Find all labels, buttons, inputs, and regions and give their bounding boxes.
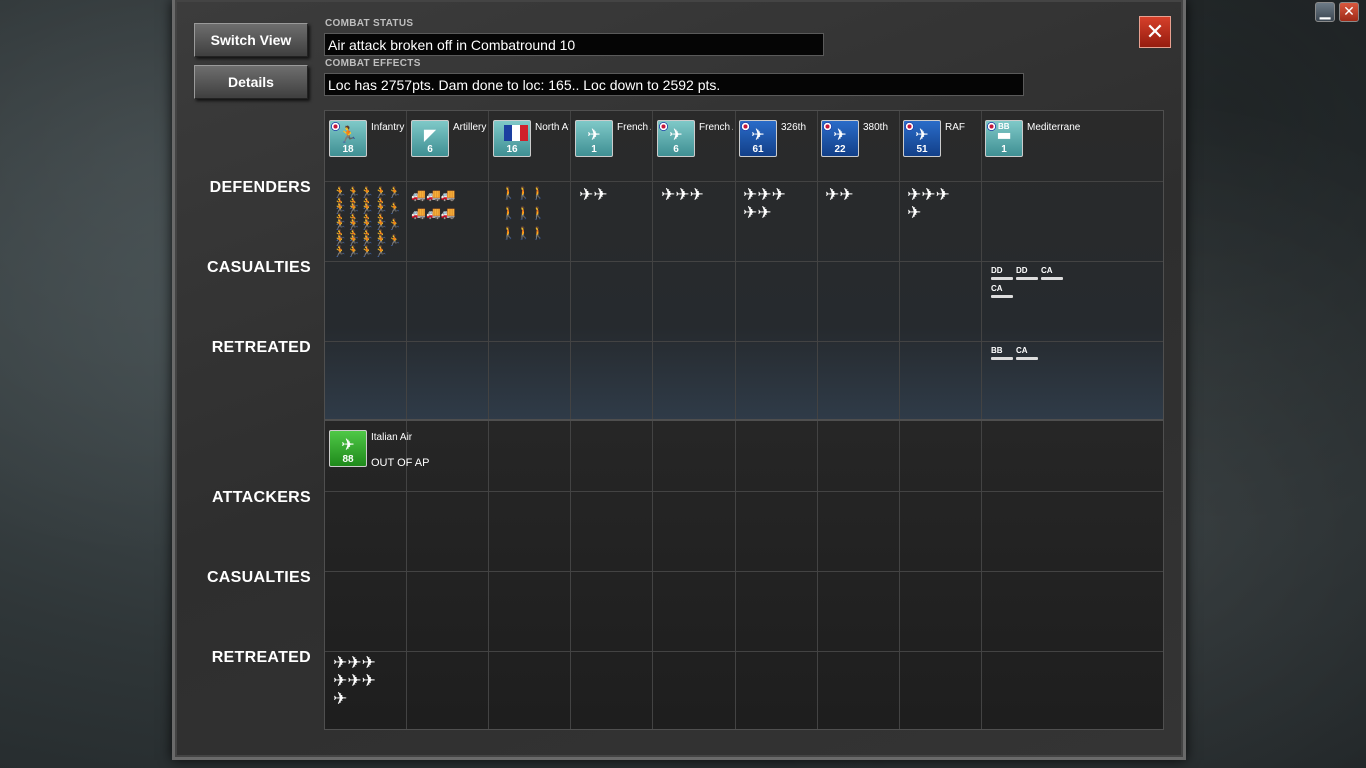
380th-sprites: ✈✈ bbox=[825, 185, 854, 205]
french-bomber-unit-card[interactable]: ✈ 6 bbox=[657, 120, 695, 157]
french-bomber-sprites: ✈✈✈ bbox=[661, 185, 704, 205]
bomber-icon: ✈ bbox=[915, 125, 929, 144]
minimize-icon: ▁ bbox=[1319, 4, 1331, 20]
close-window-button[interactable]: ✕ bbox=[1339, 2, 1359, 22]
unit-status: OUT OF AP bbox=[371, 457, 430, 469]
ship-retreated-battleship: BB bbox=[991, 346, 1013, 360]
raf-sprites: ✈✈✈ bbox=[907, 185, 950, 205]
unit-count: 88 bbox=[342, 454, 354, 465]
italian-air-unit-card[interactable]: ✈ 88 bbox=[329, 430, 367, 467]
unit-count: 18 bbox=[342, 144, 354, 155]
french-fighter-unit-card[interactable]: ✈ 1 bbox=[575, 120, 613, 157]
close-icon: ✕ bbox=[1145, 19, 1165, 45]
ship-casualty-cruiser: CA bbox=[991, 284, 1013, 298]
infantry-unit-card[interactable]: 🏃 18 bbox=[329, 120, 367, 157]
unit-count: 22 bbox=[834, 144, 846, 155]
italian-air-retreated-sprites: ✈✈✈ bbox=[333, 671, 376, 691]
north-afr-unit-card[interactable]: 16 bbox=[493, 120, 531, 157]
unit-name: Infantry bbox=[371, 122, 405, 133]
switch-view-button[interactable]: Switch View bbox=[194, 23, 308, 57]
ship-casualty-destroyer: DD bbox=[1016, 266, 1038, 280]
326th-unit-card[interactable]: ✈ 61 bbox=[739, 120, 777, 157]
north-afr-sprites: 🚶🚶🚶 bbox=[501, 186, 546, 200]
minimize-window-button[interactable]: ▁ bbox=[1315, 2, 1335, 22]
combat-status-field: Air attack broken off in Combatround 10 bbox=[324, 33, 824, 56]
close-panel-button[interactable]: ✕ bbox=[1139, 16, 1171, 48]
unit-count: 6 bbox=[673, 144, 679, 155]
combat-status-label: COMBAT STATUS bbox=[325, 18, 414, 29]
north-afr-sprites: 🚶🚶🚶 bbox=[501, 206, 546, 220]
unit-name: Mediterrane bbox=[1027, 122, 1081, 133]
close-icon: ✕ bbox=[1343, 4, 1355, 20]
north-afr-sprites: 🚶🚶🚶 bbox=[501, 226, 546, 240]
326th-sprites: ✈✈ bbox=[743, 203, 772, 223]
french-fighter-sprites: ✈✈ bbox=[579, 185, 608, 205]
raf-sprites: ✈ bbox=[907, 203, 922, 223]
defenders-label: DEFENDERS bbox=[209, 179, 311, 196]
artillery-icon: ◤ bbox=[423, 125, 437, 144]
fighter-icon: ✈ bbox=[833, 125, 847, 144]
unit-count: 51 bbox=[916, 144, 928, 155]
attacker-casualties-label: CASUALTIES bbox=[206, 569, 311, 586]
italian-air-retreated-sprites: ✈✈✈ bbox=[333, 653, 376, 673]
unit-count: 1 bbox=[591, 144, 597, 155]
unit-name: French A bbox=[617, 122, 651, 133]
fighter-icon: ✈ bbox=[587, 125, 601, 144]
unit-name: RAF bbox=[945, 122, 965, 133]
attackers-grid: ✈ 88 Italian Air OUT OF AP ✈✈✈ ✈✈✈ ✈ bbox=[324, 420, 1164, 730]
details-button[interactable]: Details bbox=[194, 65, 308, 99]
bomber-icon: ✈ bbox=[751, 125, 765, 144]
mediterrane-unit-card[interactable]: BB ▬ 1 bbox=[985, 120, 1023, 157]
ship-casualty-cruiser: CA bbox=[1041, 266, 1063, 280]
raf-unit-card[interactable]: ✈ 51 bbox=[903, 120, 941, 157]
defenders-grid: 🏃 18 Infantry ◤ 6 Artillery 16 North Afr… bbox=[324, 110, 1164, 420]
artillery-unit-card[interactable]: ◤ 6 bbox=[411, 120, 449, 157]
unit-name: North Afr bbox=[535, 122, 569, 133]
infantry-sprites: 🏃🏃🏃🏃🏃🏃🏃🏃🏃 bbox=[333, 234, 402, 258]
unit-name: 326th bbox=[781, 122, 807, 133]
unit-count: 61 bbox=[752, 144, 764, 155]
infantry-icon: 🏃 bbox=[338, 125, 358, 144]
french-flag-icon bbox=[504, 125, 528, 141]
battleship-icon: ▬ bbox=[996, 125, 1012, 144]
unit-name: 380th bbox=[863, 122, 889, 133]
ship-retreated-cruiser: CA bbox=[1016, 346, 1038, 360]
unit-count: 6 bbox=[427, 144, 433, 155]
attackers-label: ATTACKERS bbox=[212, 489, 311, 506]
italian-air-retreated-sprites: ✈ bbox=[333, 689, 348, 709]
unit-name: French A bbox=[699, 122, 733, 133]
326th-sprites: ✈✈✈ bbox=[743, 185, 786, 205]
ship-casualty-destroyer: DD bbox=[991, 266, 1013, 280]
italian-bomber-icon: ✈ bbox=[341, 435, 355, 454]
defender-casualties-label: CASUALTIES bbox=[206, 259, 311, 276]
unit-name: Artillery bbox=[453, 122, 487, 133]
artillery-sprites: 🚚🚚🚚 bbox=[411, 188, 456, 202]
combat-effects-field: Loc has 2757pts. Dam done to loc: 165.. … bbox=[324, 73, 1024, 96]
artillery-sprites: 🚚🚚🚚 bbox=[411, 206, 456, 220]
combat-panel: Switch View Details COMBAT STATUS Air at… bbox=[172, 0, 1186, 760]
unit-count: 1 bbox=[1001, 144, 1007, 155]
attacker-retreated-label: RETREATED bbox=[211, 649, 311, 666]
unit-count: 16 bbox=[506, 144, 518, 155]
unit-name: Italian Air bbox=[371, 432, 413, 443]
combat-effects-label: COMBAT EFFECTS bbox=[325, 58, 421, 69]
defender-retreated-label: RETREATED bbox=[211, 339, 311, 356]
bomber-icon: ✈ bbox=[669, 125, 683, 144]
380th-unit-card[interactable]: ✈ 22 bbox=[821, 120, 859, 157]
